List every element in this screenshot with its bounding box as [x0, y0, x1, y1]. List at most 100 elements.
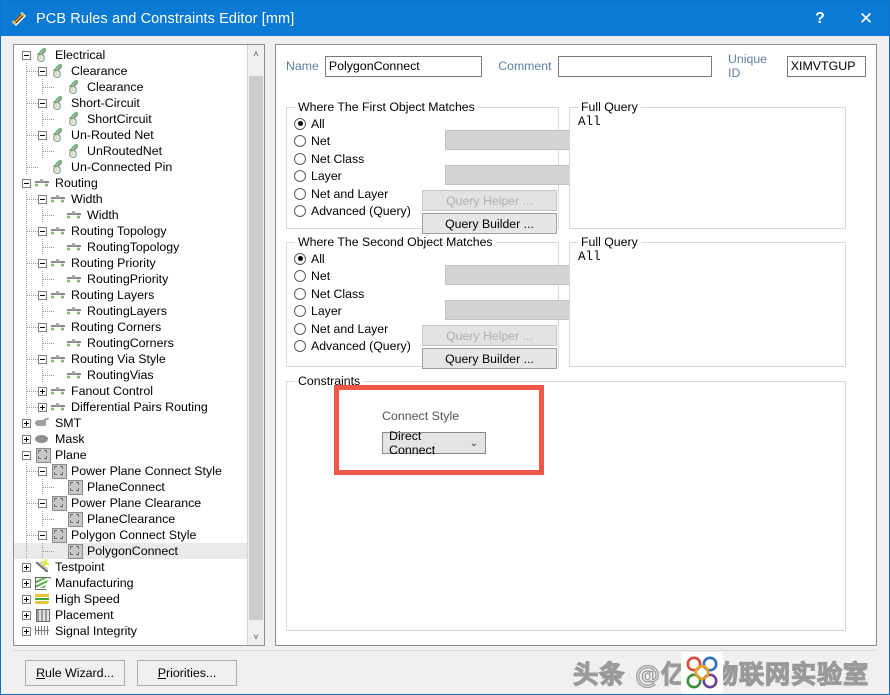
- second-query-builder-button[interactable]: Query Builder ...: [422, 348, 557, 369]
- tree-collapse-icon[interactable]: [38, 66, 47, 76]
- tree-node[interactable]: Testpoint: [14, 559, 247, 575]
- tree-collapse-icon[interactable]: [22, 50, 31, 60]
- radio-indicator[interactable]: [294, 287, 306, 300]
- tree-node[interactable]: Polygon Connect Style: [14, 527, 247, 543]
- radio-indicator[interactable]: [294, 305, 306, 318]
- tree-collapse-icon[interactable]: [38, 498, 47, 508]
- tree-expand-icon[interactable]: [22, 418, 31, 428]
- first-object-radio-net-class[interactable]: Net Class: [294, 150, 411, 168]
- tree-node[interactable]: Width: [14, 191, 247, 207]
- tree-node[interactable]: Routing Corners: [14, 319, 247, 335]
- tree-collapse-icon[interactable]: [38, 290, 47, 300]
- tree-expand-icon[interactable]: [22, 434, 31, 444]
- second-object-radio-net-class[interactable]: Net Class: [294, 285, 411, 303]
- first-object-radio-advanced-query[interactable]: Advanced (Query): [294, 203, 411, 221]
- tree-node[interactable]: PlaneConnect: [14, 479, 247, 495]
- tree-scrollbar[interactable]: ˄ ˅: [247, 45, 264, 645]
- tree-node[interactable]: RoutingTopology: [14, 239, 247, 255]
- tree-node[interactable]: ShortCircuit: [14, 111, 247, 127]
- tree-node[interactable]: Clearance: [14, 79, 247, 95]
- tree-collapse-icon[interactable]: [38, 258, 47, 268]
- tree-node[interactable]: Routing Via Style: [14, 351, 247, 367]
- tree-node[interactable]: Manufacturing: [14, 575, 247, 591]
- tree-node[interactable]: RoutingPriority: [14, 271, 247, 287]
- tree-node[interactable]: Power Plane Clearance: [14, 495, 247, 511]
- tree-expand-icon[interactable]: [22, 594, 31, 604]
- tree-collapse-icon[interactable]: [22, 178, 31, 188]
- tree-expand-icon[interactable]: [22, 610, 31, 620]
- tree-node[interactable]: High Speed: [14, 591, 247, 607]
- tree-node[interactable]: RoutingLayers: [14, 303, 247, 319]
- tree-expand-icon[interactable]: [22, 626, 31, 636]
- second-query-helper-button[interactable]: Query Helper ...: [422, 325, 557, 346]
- help-button[interactable]: ?: [797, 1, 843, 36]
- close-button[interactable]: ✕: [843, 1, 889, 36]
- tree-node[interactable]: Clearance: [14, 63, 247, 79]
- second-object-radio-net[interactable]: Net: [294, 268, 411, 286]
- tree-collapse-icon[interactable]: [38, 530, 47, 540]
- connect-style-combo[interactable]: Direct Connect ⌄: [382, 429, 486, 457]
- tree-node[interactable]: Power Plane Connect Style: [14, 463, 247, 479]
- scrollbar-track[interactable]: [248, 62, 264, 628]
- tree-node[interactable]: RoutingCorners: [14, 335, 247, 351]
- first-object-radio-net[interactable]: Net: [294, 133, 411, 151]
- tree-node[interactable]: SMT: [14, 415, 247, 431]
- tree-node[interactable]: Routing Priority: [14, 255, 247, 271]
- tree-node[interactable]: Fanout Control: [14, 383, 247, 399]
- tree-expand-icon[interactable]: [38, 386, 47, 396]
- tree-collapse-icon[interactable]: [38, 194, 47, 204]
- radio-indicator[interactable]: [294, 270, 306, 283]
- tree-node[interactable]: RoutingVias: [14, 367, 247, 383]
- second-object-radio-list[interactable]: All Net Net Class Layer Net and Layer Advance…: [294, 250, 411, 355]
- tree-collapse-icon[interactable]: [38, 130, 47, 140]
- tree-node[interactable]: Short-Circuit: [14, 95, 247, 111]
- tree-node[interactable]: UnRoutedNet: [14, 143, 247, 159]
- tree-node[interactable]: Routing Topology: [14, 223, 247, 239]
- tree-node[interactable]: Routing Layers: [14, 287, 247, 303]
- tree-collapse-icon[interactable]: [38, 226, 47, 236]
- tree-node[interactable]: Un-Routed Net: [14, 127, 247, 143]
- first-query-builder-button[interactable]: Query Builder ...: [422, 213, 557, 234]
- first-object-radio-layer[interactable]: Layer: [294, 168, 411, 186]
- radio-indicator[interactable]: [294, 170, 306, 183]
- tree-collapse-icon[interactable]: [38, 354, 47, 364]
- tree-node[interactable]: Mask: [14, 431, 247, 447]
- rules-tree[interactable]: Electrical Clearance Clearance Short-Circui…: [14, 45, 247, 645]
- first-object-radio-all[interactable]: All: [294, 115, 411, 133]
- radio-indicator[interactable]: [294, 152, 306, 165]
- scrollbar-thumb[interactable]: [249, 76, 263, 620]
- first-query-helper-button[interactable]: Query Helper ...: [422, 190, 557, 211]
- tree-node[interactable]: Placement: [14, 607, 247, 623]
- second-object-radio-layer[interactable]: Layer: [294, 303, 411, 321]
- unique-id-input[interactable]: XIMVTGUP: [786, 55, 867, 77]
- radio-indicator[interactable]: [294, 117, 306, 130]
- rule-wizard-button[interactable]: Rule Wizard...: [25, 659, 125, 686]
- tree-node[interactable]: Un-Connected Pin: [14, 159, 247, 175]
- scroll-down-arrow-icon[interactable]: ˅: [248, 628, 264, 645]
- tree-node[interactable]: Width: [14, 207, 247, 223]
- tree-collapse-icon[interactable]: [38, 98, 47, 108]
- tree-expand-icon[interactable]: [38, 402, 47, 412]
- tree-collapse-icon[interactable]: [38, 322, 47, 332]
- tree-collapse-icon[interactable]: [38, 466, 47, 476]
- second-object-radio-net-and-layer[interactable]: Net and Layer: [294, 320, 411, 338]
- tree-expand-icon[interactable]: [22, 562, 31, 572]
- radio-indicator[interactable]: [294, 205, 306, 218]
- tree-node[interactable]: Signal Integrity: [14, 623, 247, 639]
- second-object-radio-all[interactable]: All: [294, 250, 411, 268]
- radio-indicator[interactable]: [294, 252, 306, 265]
- tree-node[interactable]: Electrical: [14, 47, 247, 63]
- tree-node[interactable]: Plane: [14, 447, 247, 463]
- tree-node[interactable]: PlaneClearance: [14, 511, 247, 527]
- radio-indicator[interactable]: [294, 135, 306, 148]
- tree-node[interactable]: Differential Pairs Routing: [14, 399, 247, 415]
- second-object-radio-advanced-query[interactable]: Advanced (Query): [294, 338, 411, 356]
- tree-collapse-icon[interactable]: [22, 450, 31, 460]
- radio-indicator[interactable]: [294, 340, 306, 353]
- radio-indicator[interactable]: [294, 187, 306, 200]
- scroll-up-arrow-icon[interactable]: ˄: [248, 45, 264, 62]
- tree-node[interactable]: PolygonConnect: [14, 543, 247, 559]
- tree-expand-icon[interactable]: [22, 578, 31, 588]
- first-object-radio-net-and-layer[interactable]: Net and Layer: [294, 185, 411, 203]
- comment-input[interactable]: [557, 55, 713, 77]
